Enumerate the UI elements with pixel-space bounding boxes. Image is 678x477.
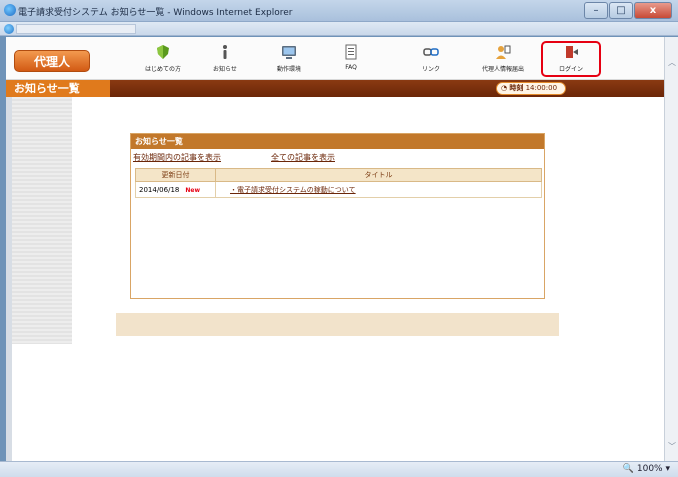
zoom-level: 100%	[636, 464, 663, 474]
row-date-cell: 2014/06/18 New	[135, 181, 216, 198]
page-viewport: 代理人 はじめての方 お知らせ 動作環境 FAQ リンク 代理人情報届出 ログイ…	[6, 37, 664, 461]
nav-label: はじめての方	[144, 66, 181, 73]
left-sidebar	[12, 97, 72, 344]
show-valid-articles-link[interactable]: 有効期間内の記事を表示	[133, 152, 221, 163]
scroll-down-icon[interactable]: ﹀	[668, 441, 676, 452]
notice-panel: お知らせ一覧 有効期間内の記事を表示 全ての記事を表示 更新日付 タイトル 20…	[130, 133, 545, 299]
app-header: 代理人 はじめての方 お知らせ 動作環境 FAQ リンク 代理人情報届出 ログイ…	[6, 37, 664, 80]
nav-notices[interactable]: お知らせ	[198, 44, 252, 76]
nav-label: 代理人情報届出	[481, 66, 524, 73]
notice-item-link[interactable]: ・電子請求受付システムの稼動について	[230, 186, 356, 194]
info-icon	[223, 45, 227, 59]
monitor-icon	[282, 46, 296, 59]
footer-band	[116, 313, 559, 336]
nav-agent-registration[interactable]: 代理人情報届出	[476, 44, 530, 76]
zoom-control[interactable]: 🔍 100% ▾	[623, 464, 670, 474]
url-field[interactable]	[16, 24, 136, 34]
page-icon	[4, 24, 14, 34]
notice-filter-links: 有効期間内の記事を表示 全ての記事を表示	[131, 149, 544, 165]
nav-label: FAQ	[345, 64, 357, 71]
ie-icon	[4, 4, 16, 16]
nav-label: リンク	[421, 66, 440, 73]
page-title-bar: お知らせ一覧 ◔ 時刻 14:00:00	[6, 80, 664, 97]
nav-faq[interactable]: FAQ	[324, 44, 378, 76]
table-row: 2014/06/18 New ・電子請求受付システムの稼動について	[135, 181, 542, 198]
show-all-articles-link[interactable]: 全ての記事を表示	[271, 152, 335, 163]
new-badge: New	[185, 186, 200, 194]
maximize-button[interactable]: □	[609, 2, 633, 19]
column-header-date: 更新日付	[135, 168, 216, 182]
column-header-title: タイトル	[215, 168, 542, 182]
document-icon	[345, 44, 357, 60]
address-bar	[0, 22, 678, 36]
close-button[interactable]: x	[634, 2, 672, 19]
notice-title: お知らせ一覧	[131, 134, 544, 149]
window-controls: – □ x	[583, 2, 672, 19]
page-title: お知らせ一覧	[6, 80, 110, 97]
login-highlight-box	[541, 41, 601, 77]
status-bar: 🔍 100% ▾	[0, 461, 678, 477]
nav-links[interactable]: リンク	[404, 44, 458, 76]
window-titlebar: 電子請求受付システム お知らせ一覧 - Windows Internet Exp…	[0, 0, 678, 22]
nav-label: お知らせ	[213, 66, 237, 73]
window-title: 電子請求受付システム お知らせ一覧 - Windows Internet Exp…	[18, 8, 293, 18]
user-form-icon	[496, 45, 511, 59]
nav-first-time[interactable]: はじめての方	[136, 44, 190, 76]
table-header-row: 更新日付 タイトル	[135, 168, 542, 182]
clock-badge: ◔ 時刻 14:00:00	[496, 82, 566, 95]
vertical-scrollbar[interactable]: ︿ ﹀	[664, 37, 678, 461]
link-icon	[423, 48, 439, 56]
shield-icon	[157, 45, 169, 59]
row-date: 2014/06/18	[139, 185, 180, 194]
minimize-button[interactable]: –	[584, 2, 608, 19]
clock-time: 14:00:00	[525, 84, 558, 92]
agent-button[interactable]: 代理人	[14, 50, 90, 72]
nav-label: 動作環境	[276, 66, 301, 73]
zoom-icon: 🔍	[622, 464, 634, 474]
clock-label: 時刻	[509, 84, 524, 92]
notice-table: 更新日付 タイトル 2014/06/18 New ・電子請求受付システムの稼動につ…	[135, 168, 542, 198]
nav-environment[interactable]: 動作環境	[262, 44, 316, 76]
scroll-up-icon[interactable]: ︿	[668, 57, 676, 68]
row-title-cell: ・電子請求受付システムの稼動について	[215, 181, 542, 198]
